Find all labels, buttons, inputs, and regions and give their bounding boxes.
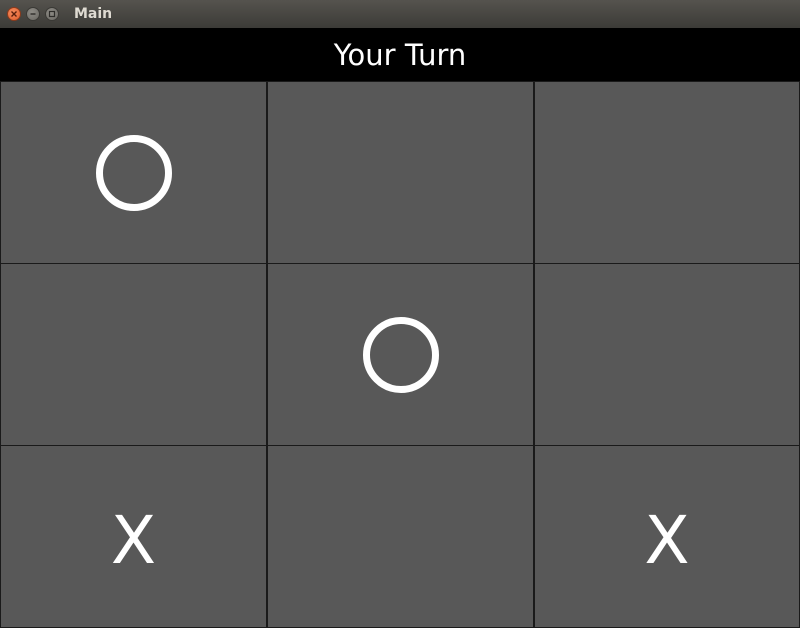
x-mark: X bbox=[644, 501, 690, 579]
maximize-icon bbox=[48, 10, 56, 18]
close-window-button[interactable] bbox=[7, 7, 21, 21]
o-mark-icon bbox=[95, 134, 172, 211]
board-cell-6[interactable] bbox=[534, 263, 800, 446]
board-cell-9[interactable]: X bbox=[534, 445, 800, 628]
minimize-icon bbox=[30, 13, 36, 15]
window-titlebar[interactable]: Main bbox=[0, 0, 800, 28]
board-cell-5[interactable] bbox=[267, 263, 534, 446]
minimize-window-button[interactable] bbox=[26, 7, 40, 21]
board-cell-1[interactable] bbox=[0, 81, 267, 264]
maximize-window-button[interactable] bbox=[45, 7, 59, 21]
board-cell-4[interactable] bbox=[0, 263, 267, 446]
window-title: Main bbox=[74, 6, 113, 22]
game-board: X X bbox=[0, 81, 800, 628]
app-window: Main Your Turn X X bbox=[0, 0, 800, 628]
board-cell-3[interactable] bbox=[534, 81, 800, 264]
turn-status: Your Turn bbox=[0, 28, 800, 81]
close-icon bbox=[11, 11, 17, 17]
board-cell-7[interactable]: X bbox=[0, 445, 267, 628]
board-cell-8[interactable] bbox=[267, 445, 534, 628]
o-mark-icon bbox=[362, 316, 439, 393]
board-cell-2[interactable] bbox=[267, 81, 534, 264]
turn-status-text: Your Turn bbox=[333, 37, 467, 72]
x-mark: X bbox=[110, 501, 157, 579]
